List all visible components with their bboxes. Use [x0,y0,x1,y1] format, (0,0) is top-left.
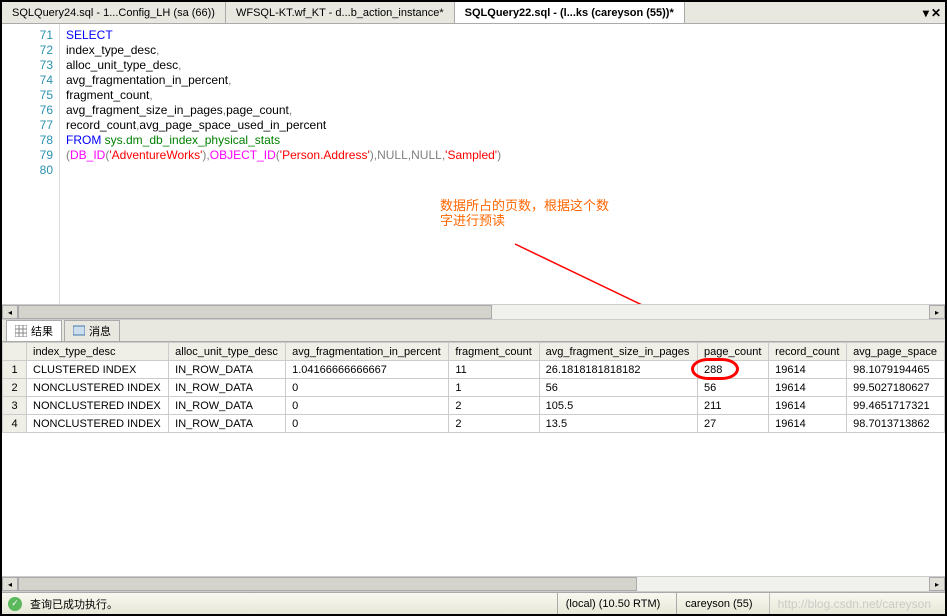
tab-wfsql[interactable]: WFSQL-KT.wf_KT - d...b_action_instance* [226,2,455,23]
scroll-thumb[interactable] [18,577,637,591]
tab-messages-label: 消息 [89,323,111,339]
tab-query22[interactable]: SQLQuery22.sql - (l...ks (careyson (55))… [455,2,685,23]
scroll-thumb[interactable] [18,305,492,319]
status-watermark: http://blog.csdn.net/careyson [769,593,939,614]
line-gutter: 71727374757677787980 [2,24,60,304]
success-icon: ✓ [8,597,22,611]
results-grid[interactable]: index_type_desc alloc_unit_type_desc avg… [2,342,945,433]
tab-dropdown-icon[interactable]: ▾ [923,6,929,20]
table-row[interactable]: 3NONCLUSTERED INDEXIN_ROW_DATA02105.5211… [3,397,945,415]
tab-messages[interactable]: 消息 [64,320,120,341]
status-message: 查询已成功执行。 [30,596,118,612]
result-tabs: 结果 消息 [2,320,945,342]
grid-icon [15,325,27,337]
table-row[interactable]: 1CLUSTERED INDEXIN_ROW_DATA1.04166666666… [3,361,945,379]
grid-hscroll[interactable]: ◂ ▸ [2,576,945,592]
table-row[interactable]: 4NONCLUSTERED INDEXIN_ROW_DATA0213.52719… [3,415,945,433]
table-row[interactable]: 2NONCLUSTERED INDEXIN_ROW_DATA0156561961… [3,379,945,397]
grid-header-row: index_type_desc alloc_unit_type_desc avg… [3,343,945,361]
scroll-right-icon[interactable]: ▸ [929,305,945,319]
status-server: (local) (10.50 RTM) [557,593,669,614]
tab-results[interactable]: 结果 [6,320,62,341]
editor-hscroll[interactable]: ◂ ▸ [2,304,945,320]
tab-close-icon[interactable]: ✕ [931,6,941,20]
code-area[interactable]: SELECT index_type_desc, alloc_unit_type_… [60,24,945,304]
annotation-text: 数据所占的页数，根据这个数 字进行预读 [440,198,609,228]
scroll-right-icon[interactable]: ▸ [929,577,945,591]
message-icon [73,325,85,337]
sql-editor[interactable]: 71727374757677787980 SELECT index_type_d… [2,24,945,304]
scroll-left-icon[interactable]: ◂ [2,305,18,319]
tab-results-label: 结果 [31,323,53,339]
scroll-left-icon[interactable]: ◂ [2,577,18,591]
results-grid-wrap: index_type_desc alloc_unit_type_desc avg… [2,342,945,576]
status-bar: ✓ 查询已成功执行。 (local) (10.50 RTM) careyson … [2,592,945,614]
status-user: careyson (55) [676,593,760,614]
tab-query24[interactable]: SQLQuery24.sql - 1...Config_LH (sa (66)) [2,2,226,23]
document-tabs: SQLQuery24.sql - 1...Config_LH (sa (66))… [2,2,945,24]
